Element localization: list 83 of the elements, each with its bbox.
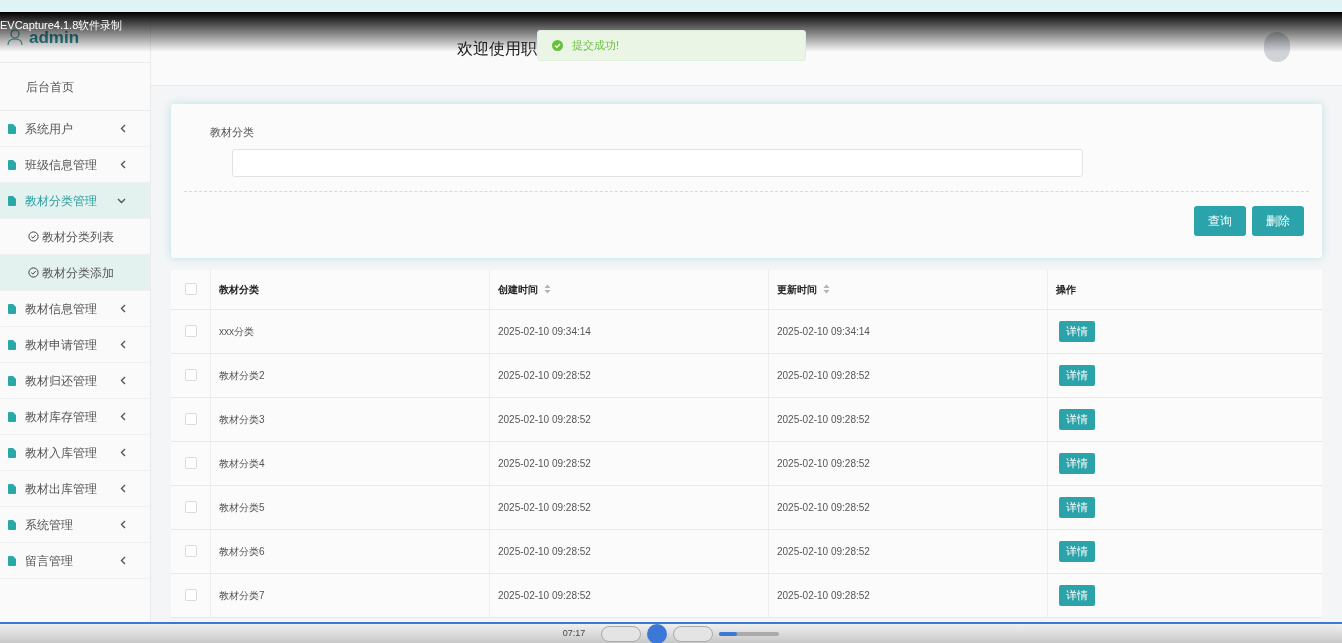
sidebar-item[interactable]: 教材库存管理 <box>0 399 150 435</box>
document-icon <box>8 555 16 566</box>
chevron-left-icon <box>120 556 126 565</box>
avatar[interactable] <box>1264 31 1290 62</box>
sidebar-item[interactable]: 后台首页 <box>0 63 150 111</box>
document-icon <box>8 411 16 422</box>
table-cell-text: 2025-02-10 09:28:52 <box>498 588 591 603</box>
table-cell-text: 教材分类5 <box>219 500 265 515</box>
field-label: 教材分类 <box>209 125 255 140</box>
column-header: 更新时间 <box>777 282 817 297</box>
sidebar-item[interactable]: 教材入库管理 <box>0 435 150 471</box>
row-checkbox[interactable] <box>184 283 197 295</box>
pause-button[interactable] <box>601 625 642 642</box>
row-checkbox[interactable] <box>184 369 197 381</box>
table-cell-text: 2025-02-10 09:34:14 <box>777 324 870 339</box>
table-cell-text: 教材分类7 <box>219 588 265 603</box>
document-icon <box>8 123 16 134</box>
table-cell-text: 2025-02-10 09:28:52 <box>777 544 870 559</box>
sidebar-item[interactable]: 系统管理 <box>0 507 150 543</box>
toast-message: 提交成功! <box>572 38 620 54</box>
table-cell-text: 2025-02-10 09:28:52 <box>498 368 591 383</box>
table-cell-text: 教材分类6 <box>219 544 265 559</box>
chevron-left-icon <box>120 520 126 529</box>
table-cell-text: 2025-02-10 09:28:52 <box>777 456 870 471</box>
sidebar-subitem[interactable]: 教材分类添加 <box>0 255 150 291</box>
chevron-left-icon <box>120 160 126 169</box>
table-cell-text: 2025-02-10 09:28:52 <box>498 544 591 559</box>
column-header: 教材分类 <box>219 282 259 297</box>
table-cell-text: 2025-02-10 09:28:52 <box>777 588 870 603</box>
table-cell-text: 2025-02-10 09:28:52 <box>777 500 870 515</box>
sidebar-item[interactable]: 系统用户 <box>0 111 150 147</box>
document-icon <box>8 159 16 170</box>
chevron-down-icon <box>117 197 126 204</box>
sidebar-item[interactable]: 教材出库管理 <box>0 471 150 507</box>
chevron-left-icon <box>120 484 126 493</box>
sort-icon[interactable] <box>544 284 551 294</box>
recorder-label: EVCapture4.1.8软件录制 <box>0 18 123 31</box>
check-circle-icon <box>28 267 39 278</box>
success-icon <box>552 40 563 51</box>
column-header: 操作 <box>1056 282 1076 297</box>
check-circle-icon <box>28 231 39 242</box>
row-checkbox[interactable] <box>184 325 197 337</box>
table-cell-text: 2025-02-10 09:28:52 <box>498 500 591 515</box>
table-cell-text: xxx分类 <box>219 324 254 339</box>
table-cell-text: 2025-02-10 09:28:52 <box>498 412 591 427</box>
table-cell-text: 2025-02-10 09:34:14 <box>498 324 591 339</box>
row-checkbox[interactable] <box>184 589 197 601</box>
document-icon <box>8 339 16 350</box>
row-checkbox[interactable] <box>184 545 197 557</box>
volume-slider[interactable] <box>719 631 780 636</box>
chevron-left-icon <box>120 124 126 133</box>
sort-icon[interactable] <box>823 284 830 294</box>
document-icon <box>8 483 16 494</box>
category-input[interactable] <box>232 148 1083 177</box>
row-checkbox[interactable] <box>184 501 197 513</box>
table-cell-text: 2025-02-10 09:28:52 <box>777 368 870 383</box>
document-icon <box>8 375 16 386</box>
document-icon <box>8 195 16 206</box>
play-button[interactable] <box>647 623 668 643</box>
column-header: 创建时间 <box>498 282 538 297</box>
table-cell-text: 2025-02-10 09:28:52 <box>498 456 591 471</box>
table-cell-text: 教材分类4 <box>219 456 265 471</box>
table-cell-text: 教材分类3 <box>219 412 265 427</box>
document-icon <box>8 519 16 530</box>
document-icon <box>8 447 16 458</box>
sidebar-item[interactable]: 留言管理 <box>0 543 150 579</box>
document-icon <box>8 303 16 314</box>
chevron-left-icon <box>120 412 126 421</box>
chevron-left-icon <box>120 340 126 349</box>
chevron-left-icon <box>120 448 126 457</box>
table-cell-text: 教材分类2 <box>219 368 265 383</box>
sidebar-item[interactable]: 教材申请管理 <box>0 327 150 363</box>
welcome-title: 欢迎使用职 <box>457 38 537 59</box>
sidebar-item[interactable]: 教材归还管理 <box>0 363 150 399</box>
sidebar-item[interactable]: 教材信息管理 <box>0 291 150 327</box>
chevron-left-icon <box>120 376 126 385</box>
table-cell-text: 2025-02-10 09:28:52 <box>777 412 870 427</box>
user-icon <box>7 29 23 46</box>
forward-button[interactable] <box>673 625 714 642</box>
playback-time: 07:17 <box>562 626 586 640</box>
chevron-left-icon <box>120 304 126 313</box>
row-checkbox[interactable] <box>184 457 197 469</box>
row-checkbox[interactable] <box>184 413 197 425</box>
